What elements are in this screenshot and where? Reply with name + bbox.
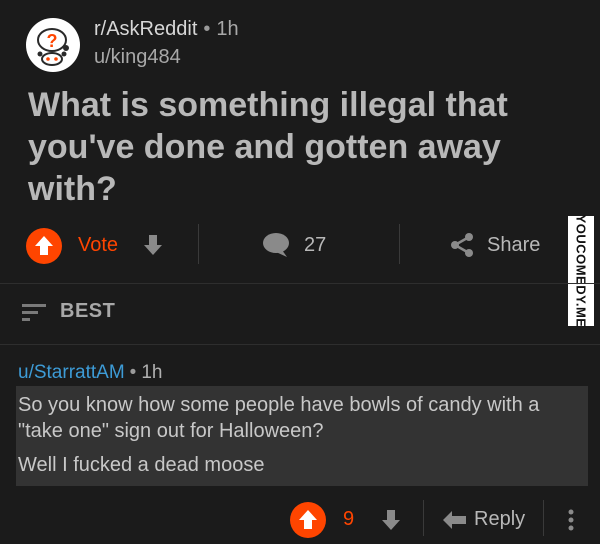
share-button[interactable] [449, 232, 475, 263]
more-dots-icon [568, 509, 574, 531]
upvote-arrow-icon [35, 236, 53, 255]
post-title: What is something illegal that you've do… [28, 86, 508, 208]
post-action-bar: Vote 27 Share [0, 216, 560, 272]
reply-arrow-icon [443, 511, 466, 529]
subreddit-link[interactable]: r/AskReddit [94, 18, 197, 40]
comment-age: 1h [141, 362, 163, 383]
section-divider [0, 283, 600, 284]
subreddit-avatar-icon[interactable]: ? [26, 18, 80, 72]
comment-body: So you know how some people have bowls o… [16, 386, 588, 486]
share-label: Share [487, 234, 541, 256]
post-author[interactable]: u/king484 [94, 46, 181, 69]
downvote-arrow-icon [144, 235, 162, 255]
sort-button[interactable] [22, 302, 48, 327]
comments-button[interactable] [262, 232, 290, 263]
watermark: YOUCOMEDY.ME [568, 214, 594, 328]
upvote-button[interactable] [26, 228, 62, 264]
reply-button[interactable] [442, 510, 468, 535]
reply-label[interactable]: Reply [474, 508, 525, 531]
post-age: 1h [216, 18, 239, 40]
action-divider [399, 224, 400, 264]
post: ? r/AskReddit • 1h u/king484 What is somet… [0, 0, 600, 283]
post-meta: r/AskReddit • 1h [94, 18, 239, 41]
upvote-arrow-icon [299, 510, 317, 529]
svg-text:?: ? [47, 31, 58, 51]
downvote-arrow-icon [382, 510, 400, 530]
comment-meta: u/StarrattAM • 1h [18, 362, 162, 384]
comment-count: 27 [304, 234, 327, 256]
comment-author[interactable]: u/StarrattAM [18, 362, 125, 383]
comment-downvote-button[interactable] [380, 508, 402, 537]
comment-action-bar: 9 Reply [0, 494, 600, 544]
watermark-text: YOUCOMEDY.ME [573, 214, 589, 328]
meta-separator: • [129, 362, 137, 383]
comment-bubble-icon [263, 233, 289, 257]
sort-lines-icon [22, 304, 46, 321]
comment-paragraph: Well I fucked a dead moose [18, 454, 265, 476]
comment-upvote-button[interactable] [290, 502, 326, 538]
vote-label: Vote [78, 234, 119, 256]
share-icon [451, 233, 473, 257]
sort-label[interactable]: BEST [60, 300, 115, 323]
comment-paragraph: So you know how some people have bowls o… [18, 394, 540, 442]
meta-separator: • [203, 18, 211, 40]
action-divider [198, 224, 199, 264]
action-divider [423, 500, 424, 536]
section-divider [0, 344, 600, 345]
more-options-button[interactable] [566, 508, 576, 537]
action-divider [543, 500, 544, 536]
downvote-button[interactable] [142, 233, 164, 262]
comment-score: 9 [343, 508, 355, 530]
